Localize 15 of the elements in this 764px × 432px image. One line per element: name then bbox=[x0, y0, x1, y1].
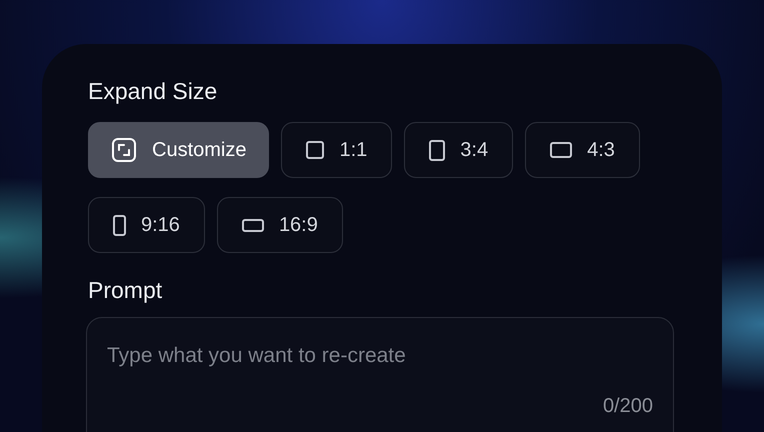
size-option-button[interactable]: 1:1 bbox=[281, 122, 392, 178]
size-option-button[interactable]: 4:3 bbox=[525, 122, 640, 178]
section-title: Expand Size bbox=[88, 77, 218, 106]
wide-rectangle-icon bbox=[242, 218, 264, 232]
size-option-button[interactable]: 9:16 bbox=[88, 197, 205, 253]
landscape-rectangle-icon bbox=[550, 142, 572, 158]
tall-rectangle-icon bbox=[113, 214, 126, 236]
character-counter: 0/200 bbox=[602, 394, 653, 419]
size-option-button[interactable]: 16:9 bbox=[216, 197, 343, 253]
portrait-rectangle-icon bbox=[429, 140, 446, 160]
square-icon bbox=[306, 141, 324, 159]
size-option-button[interactable]: Customize bbox=[88, 122, 270, 178]
resize-frame-icon bbox=[111, 137, 137, 163]
section-title: Prompt bbox=[88, 276, 164, 305]
size-option-button[interactable]: 3:4 bbox=[404, 122, 514, 178]
